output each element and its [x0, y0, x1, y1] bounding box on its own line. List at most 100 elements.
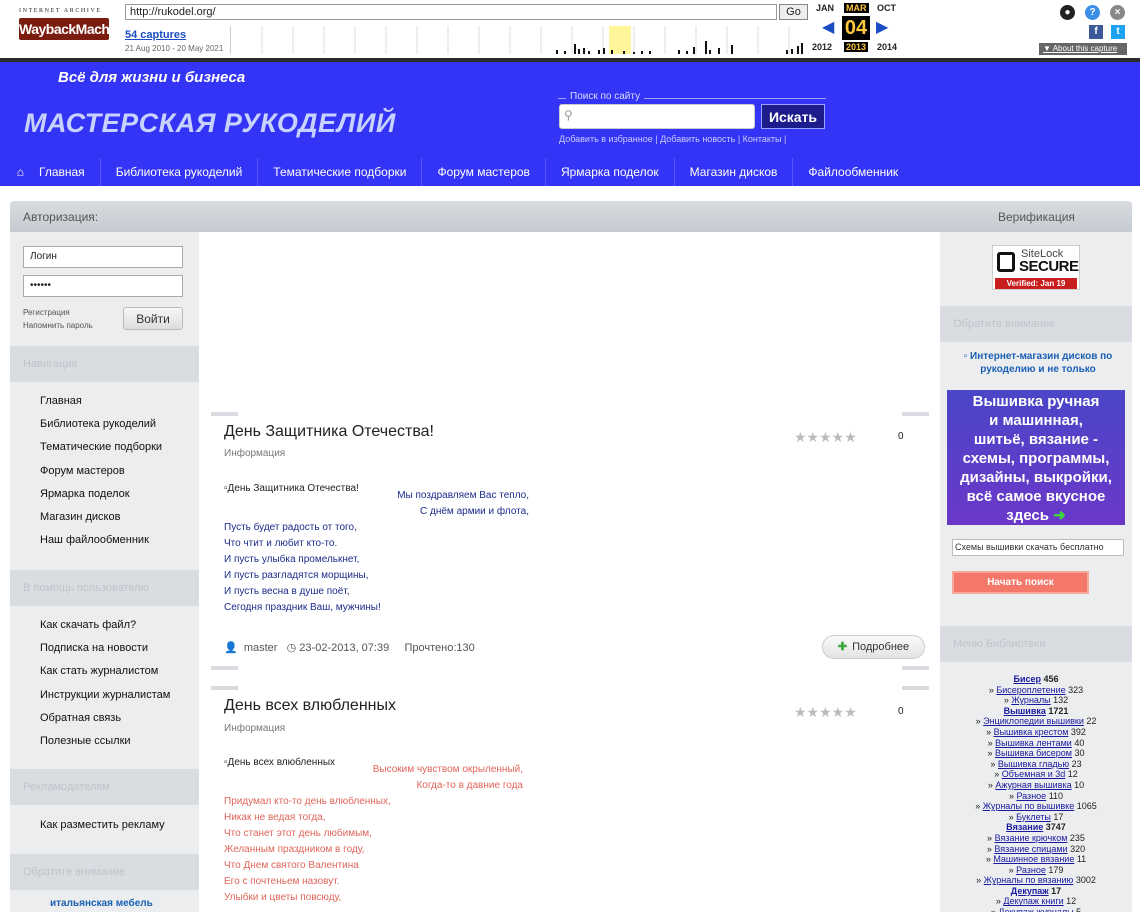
password-field[interactable]: ••••••	[23, 275, 183, 297]
help-icon[interactable]: ?	[1085, 5, 1100, 20]
help-useful-links[interactable]: Полезные ссылки	[40, 730, 170, 753]
ads-howto[interactable]: Как разместить рекламу	[40, 814, 165, 837]
month-next[interactable]: OCT	[877, 3, 896, 13]
wayback-url-input[interactable]: http://rukodel.org/	[125, 4, 777, 20]
nav-forum[interactable]: Форум мастеров	[422, 158, 546, 186]
article-author[interactable]: master	[244, 642, 278, 654]
library-tree-link[interactable]: Ажурная вышивка	[995, 780, 1071, 790]
library-tree-link[interactable]: Вышивка бисером	[995, 748, 1072, 758]
library-tree-link[interactable]: Декупаж	[1011, 886, 1049, 896]
month-prev[interactable]: JAN	[816, 3, 834, 13]
about-capture-link[interactable]: ▼ About this capture	[1039, 43, 1127, 55]
nav-file-exchange[interactable]: Файлообменник	[793, 158, 913, 186]
library-tree-link[interactable]: Машинное вязание	[993, 854, 1074, 864]
sparkline-bar	[791, 49, 793, 54]
library-tree-link[interactable]: Энциклопедии вышивки	[983, 716, 1084, 726]
poem-line: Мы поздравляем Вас тепло,	[397, 490, 529, 501]
library-tree-count: 30	[1074, 748, 1085, 759]
verification-title: Верификация	[998, 210, 1075, 224]
search-input[interactable]: ⚲	[559, 104, 755, 129]
next-capture-arrow-icon[interactable]: ▶	[876, 20, 888, 36]
header-links[interactable]: Добавить в избранное | Добавить новость …	[559, 134, 786, 144]
article-category[interactable]: Информация	[224, 723, 285, 734]
login-button[interactable]: Войти	[123, 307, 183, 330]
nav-disc-shop[interactable]: Магазин дисков	[675, 158, 794, 186]
search-button[interactable]: Искать	[761, 104, 825, 129]
library-tree-link[interactable]: Буклеты	[1016, 812, 1051, 822]
disc-shop-link[interactable]: ▫ Интернет-магазин дисков по рукоделию и…	[948, 350, 1128, 376]
library-tree-count: 235	[1069, 832, 1085, 843]
embroidery-banner[interactable]: Вышивка ручная и машинная, шитьё, вязани…	[947, 390, 1125, 525]
library-tree-link[interactable]: Вышивка крестом	[994, 727, 1069, 737]
read-more-button[interactable]: ✚ Подробнее	[822, 635, 925, 659]
ad-link[interactable]: итальянская мебель	[50, 898, 153, 909]
help-subscribe[interactable]: Подписка на новости	[40, 637, 170, 660]
help-download[interactable]: Как скачать файл?	[40, 614, 170, 637]
user-icon[interactable]: ●	[1060, 5, 1075, 20]
captures-link[interactable]: 54 captures	[125, 29, 186, 41]
library-tree-link[interactable]: Декупаж журналы	[998, 907, 1073, 912]
nav-fair[interactable]: Ярмарка поделок	[546, 158, 675, 186]
nav-library[interactable]: Библиотека рукоделий	[101, 158, 259, 186]
section-attention: Обратите внимание	[10, 854, 199, 890]
sparkline-bar	[598, 50, 600, 54]
sparkline-bar	[709, 50, 711, 54]
register-link[interactable]: Регистрация	[23, 306, 93, 319]
library-tree-count: 10	[1074, 779, 1085, 790]
year-next[interactable]: 2014	[877, 42, 897, 52]
tree-bullet: »	[975, 801, 983, 812]
site-slogan: Всё для жизни и бизнеса	[58, 69, 246, 86]
wayback-go-button[interactable]: Go	[779, 4, 808, 20]
library-tree-link[interactable]: Разное	[1016, 865, 1046, 875]
google-search-input[interactable]: Схемы вышивки скачать бесплатно	[952, 539, 1124, 556]
library-tree-item: » Вязание спицами 320	[940, 844, 1132, 855]
library-tree-link[interactable]: Вышивка лентами	[995, 738, 1072, 748]
article-category[interactable]: Информация	[224, 448, 285, 459]
help-feedback[interactable]: Обратная связь	[40, 707, 170, 730]
nav-home[interactable]: Главная	[24, 158, 101, 186]
help-become-journalist[interactable]: Как стать журналистом	[40, 660, 170, 683]
home-icon[interactable]: ⌂	[0, 165, 24, 179]
library-tree-link[interactable]: Журналы по вышивке	[983, 801, 1075, 811]
library-tree-link[interactable]: Объемная и 3d	[1002, 769, 1066, 779]
wayback-logo[interactable]: WaybackMachine	[19, 18, 129, 40]
library-tree-link[interactable]: Декупаж книги	[1003, 896, 1063, 906]
left-nav-forum[interactable]: Форум мастеров	[40, 460, 162, 483]
left-nav-disc-shop[interactable]: Магазин дисков	[40, 506, 162, 529]
left-nav-collections[interactable]: Тематические подборки	[40, 436, 162, 459]
library-tree-link[interactable]: Вышивка гладью	[998, 759, 1069, 769]
close-icon[interactable]: ×	[1110, 5, 1125, 20]
facebook-icon[interactable]: f	[1089, 25, 1103, 39]
left-nav-fair[interactable]: Ярмарка поделок	[40, 483, 162, 506]
library-tree-link[interactable]: Журналы	[1011, 695, 1050, 705]
remind-password-link[interactable]: Напомнить пароль	[23, 319, 93, 332]
sparkline-bar	[678, 50, 680, 54]
search-icon: ⚲	[564, 108, 573, 122]
library-tree-link[interactable]: Вязание	[1006, 822, 1043, 832]
rating-stars[interactable]: ★★★★★	[794, 429, 857, 446]
library-tree-link[interactable]: Вышивка	[1004, 706, 1046, 716]
library-tree-link[interactable]: Журналы по вязанию	[984, 875, 1074, 885]
capture-sparkline[interactable]	[230, 26, 810, 54]
left-nav-home[interactable]: Главная	[40, 390, 162, 413]
nav-collections[interactable]: Тематические подборки	[258, 158, 423, 186]
rating-stars[interactable]: ★★★★★	[794, 704, 857, 721]
help-instructions[interactable]: Инструкции журналистам	[40, 684, 170, 707]
library-tree-link[interactable]: Бисероплетение	[996, 685, 1065, 695]
left-nav-library[interactable]: Библиотека рукоделий	[40, 413, 162, 436]
prev-capture-arrow-icon[interactable]: ◀	[822, 20, 834, 36]
left-sidebar: Логин •••••• Регистрация Напомнить парол…	[10, 232, 199, 912]
year-prev[interactable]: 2012	[812, 42, 832, 52]
article-title[interactable]: День всех влюбленных	[224, 697, 396, 715]
library-tree-link[interactable]: Бисер	[1013, 674, 1041, 684]
article-title[interactable]: День Защитника Отечества!	[224, 423, 434, 441]
login-field[interactable]: Логин	[23, 246, 183, 268]
twitter-icon[interactable]: t	[1111, 25, 1125, 39]
site-logo[interactable]: МАСТЕРСКАЯ РУКОДЕЛИЙ	[24, 108, 396, 139]
library-tree-link[interactable]: Вязание крючком	[995, 833, 1068, 843]
library-tree-link[interactable]: Вязание спицами	[994, 844, 1067, 854]
left-nav-file-exchange[interactable]: Наш файлообменник	[40, 529, 162, 552]
library-tree-link[interactable]: Разное	[1016, 791, 1046, 801]
start-search-button[interactable]: Начать поиск	[952, 571, 1089, 594]
sitelock-badge[interactable]: SiteLock SECURE Verified: Jan 19	[992, 245, 1080, 290]
